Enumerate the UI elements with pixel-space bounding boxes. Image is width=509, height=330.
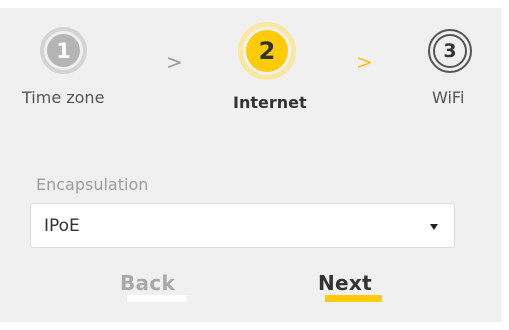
next-button[interactable]: Next: [318, 271, 372, 295]
step-1-indicator: 1: [40, 27, 87, 74]
step-3-label: WiFi: [432, 88, 465, 107]
step-3-indicator: 3: [428, 29, 472, 73]
chevron-right-icon: >: [166, 50, 183, 74]
step-1-circle: 1: [47, 34, 80, 67]
step-2-label: Internet: [233, 93, 307, 112]
step-2-indicator: 2: [238, 22, 296, 80]
step-2-number: 2: [258, 37, 276, 65]
chevron-right-icon: >: [356, 50, 373, 74]
step-2-circle: 2: [246, 30, 288, 72]
step-1-number: 1: [56, 38, 71, 63]
back-underline: [127, 295, 187, 302]
next-underline: [325, 295, 382, 302]
step-1-label: Time zone: [22, 88, 105, 107]
back-button[interactable]: Back: [120, 271, 175, 295]
encapsulation-label: Encapsulation: [36, 175, 149, 194]
encapsulation-select[interactable]: IPoE: [30, 203, 455, 248]
top-border: [0, 0, 509, 8]
encapsulation-value: IPoE: [44, 216, 80, 236]
step-3-number: 3: [443, 40, 457, 62]
step-3-circle: 3: [433, 34, 467, 68]
caret-down-icon: [430, 224, 438, 230]
